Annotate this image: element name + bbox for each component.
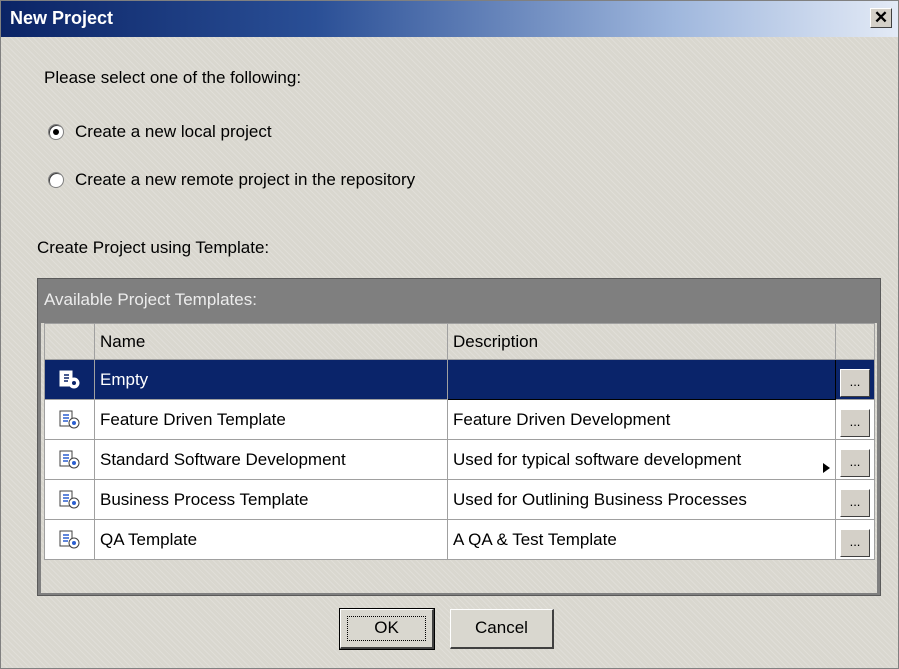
option-remote-project[interactable]: Create a new remote project in the repos… [48, 170, 415, 190]
template-section-label: Create Project using Template: [37, 238, 270, 257]
table-row[interactable]: Standard Software Development Used for t… [44, 439, 875, 480]
header-name[interactable]: Name [94, 323, 448, 360]
template-description: Used for typical software development [447, 439, 836, 480]
title-bar: New Project ✕ [1, 1, 898, 37]
table-row[interactable]: Feature Driven Template Feature Driven D… [44, 399, 875, 440]
template-description: Used for Outlining Business Processes [447, 479, 836, 520]
project-template-icon [59, 490, 79, 508]
template-description [447, 359, 836, 400]
window-title: New Project [10, 8, 114, 28]
template-name: Feature Driven Template [94, 399, 448, 440]
project-template-icon [59, 370, 79, 388]
template-row-icon [44, 479, 95, 520]
selection-prompt: Please select one of the following: [44, 68, 302, 87]
template-description: A QA & Test Template [447, 519, 836, 560]
ok-button-label: OK [374, 618, 399, 637]
ok-button[interactable]: OK [339, 608, 435, 650]
cancel-button[interactable]: Cancel [450, 609, 554, 649]
template-name: QA Template [94, 519, 448, 560]
new-project-dialog: New Project ✕ Please select one of the f… [0, 0, 899, 669]
project-template-icon [59, 530, 79, 548]
template-row-icon [44, 359, 95, 400]
template-details-button[interactable]: ... [840, 368, 870, 397]
table-row[interactable]: QA Template A QA & Test Template ... [44, 519, 875, 560]
table-row[interactable]: Empty ... [44, 359, 875, 400]
project-template-icon [59, 410, 79, 428]
header-icon-column [44, 323, 95, 360]
template-action-cell: ... [835, 359, 875, 400]
remote-project-label: Create a new remote project in the repos… [75, 170, 416, 189]
radio-selected-dot [53, 129, 59, 135]
template-action-cell: ... [835, 519, 875, 560]
templates-table-area: Name Description Empty ... Feature Drive… [41, 323, 877, 593]
template-details-button[interactable]: ... [840, 488, 870, 517]
template-details-button[interactable]: ... [840, 408, 870, 437]
close-icon: ✕ [873, 8, 889, 27]
templates-table: Name Description Empty ... Feature Drive… [44, 323, 875, 560]
table-header-row: Name Description [44, 323, 875, 360]
template-row-icon [44, 399, 95, 440]
cancel-button-label: Cancel [475, 618, 528, 637]
template-action-cell: ... [835, 479, 875, 520]
templates-panel: Available Project Templates: Name Descri… [37, 278, 881, 596]
template-action-cell: ... [835, 399, 875, 440]
template-row-icon [44, 519, 95, 560]
local-project-label: Create a new local project [75, 122, 272, 141]
local-project-radio[interactable] [48, 124, 64, 140]
header-description[interactable]: Description [447, 323, 836, 360]
mouse-cursor-icon [823, 463, 830, 473]
project-template-icon [59, 450, 79, 468]
template-row-icon [44, 439, 95, 480]
option-local-project[interactable]: Create a new local project [48, 122, 272, 142]
templates-panel-caption: Available Project Templates: [44, 290, 257, 309]
template-details-button[interactable]: ... [840, 528, 870, 557]
template-details-button[interactable]: ... [840, 448, 870, 477]
template-action-cell: ... [835, 439, 875, 480]
template-name: Business Process Template [94, 479, 448, 520]
table-row[interactable]: Business Process Template Used for Outli… [44, 479, 875, 520]
header-action-column [835, 323, 875, 360]
template-description: Feature Driven Development [447, 399, 836, 440]
close-button[interactable]: ✕ [870, 8, 892, 28]
remote-project-radio[interactable] [48, 172, 64, 188]
template-name: Standard Software Development [94, 439, 448, 480]
template-name: Empty [94, 359, 448, 400]
